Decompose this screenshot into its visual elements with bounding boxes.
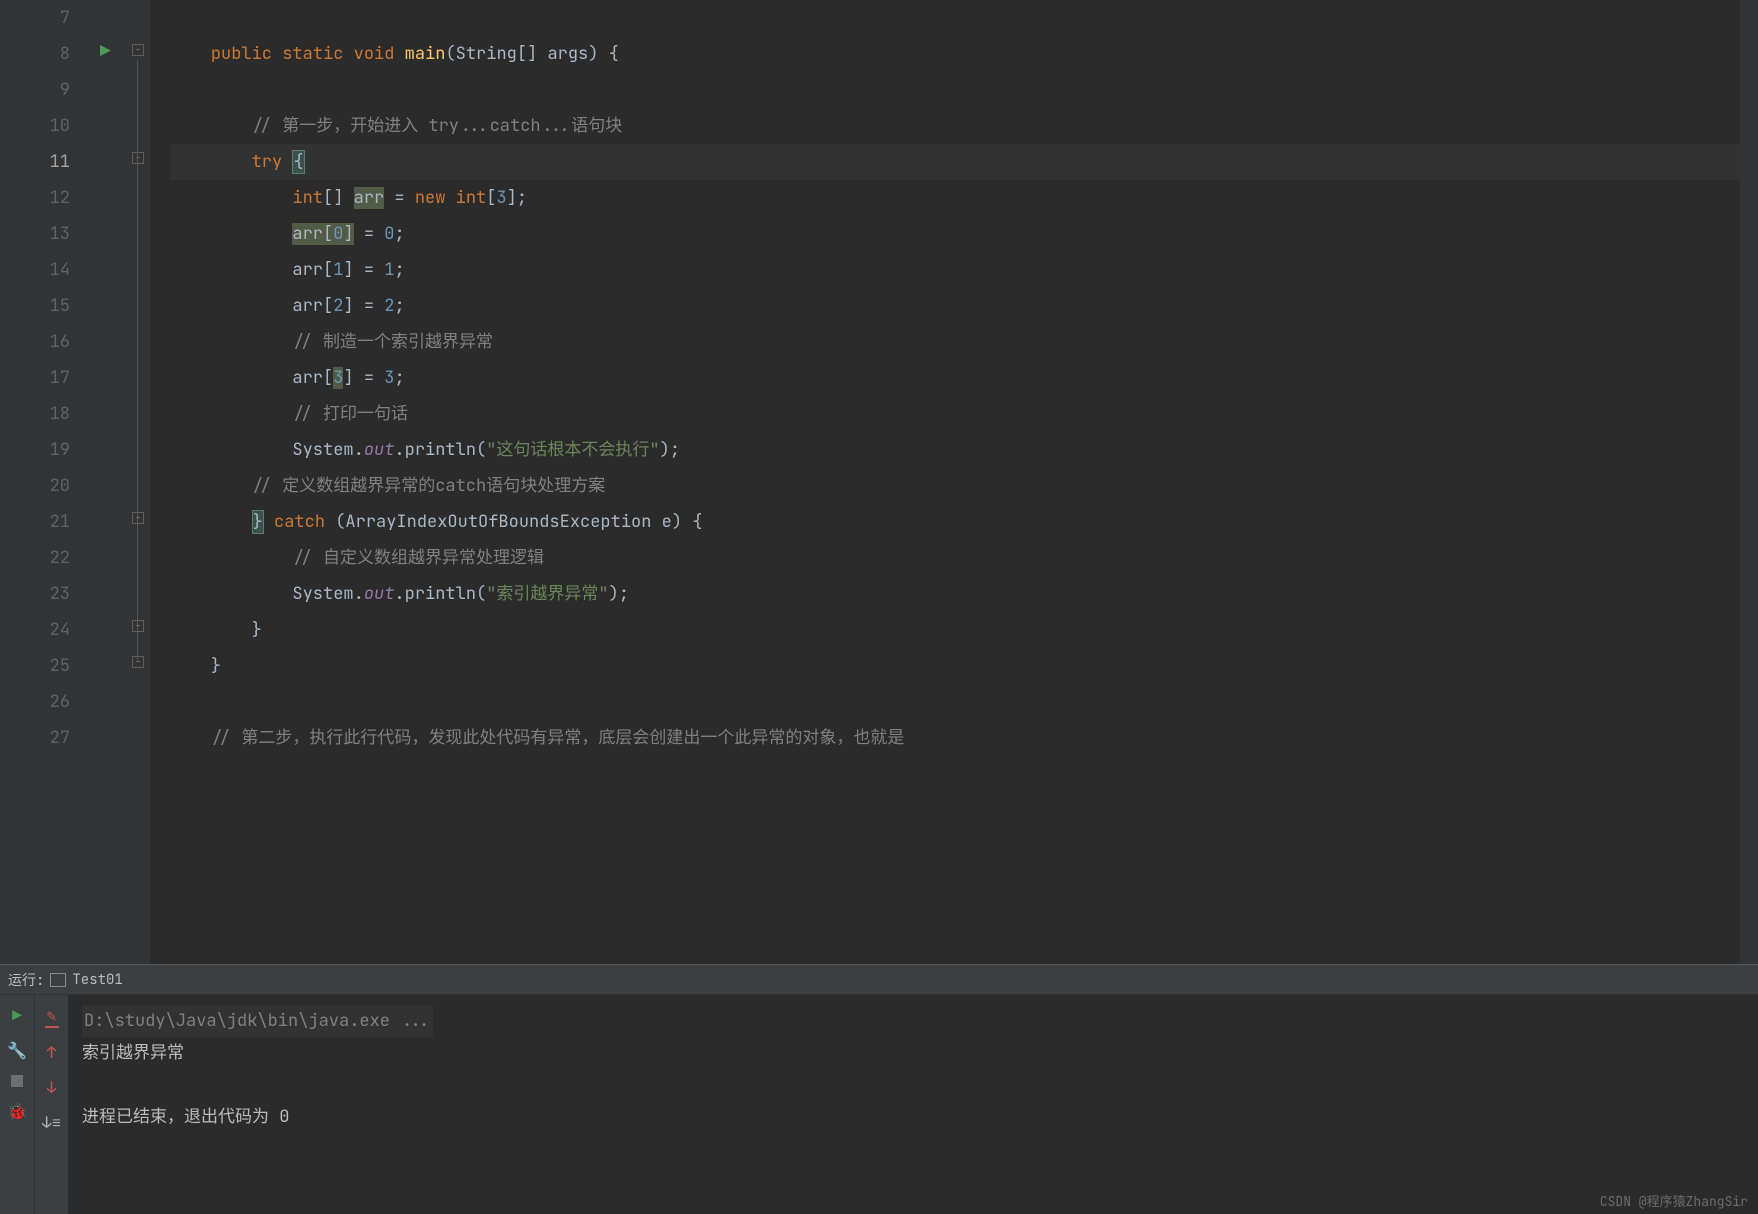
watermark: CSDN @程序猿ZhangSir: [1600, 1191, 1748, 1210]
fold-toggle-icon[interactable]: −: [132, 44, 144, 56]
line-number[interactable]: 14: [0, 252, 70, 288]
wrench-icon[interactable]: 🔧: [7, 1040, 27, 1061]
right-gutter[interactable]: [1740, 0, 1758, 964]
line-number[interactable]: 23: [0, 576, 70, 612]
line-number[interactable]: 21: [0, 504, 70, 540]
run-label: 运行:: [8, 970, 44, 990]
edit-icon[interactable]: ✎: [45, 1005, 59, 1028]
line-number[interactable]: 19: [0, 432, 70, 468]
line-number[interactable]: 18: [0, 396, 70, 432]
console-command: D:\study\Java\jdk\bin\java.exe ...: [82, 1005, 433, 1037]
debug-icon[interactable]: 🐞: [7, 1101, 27, 1122]
rerun-icon[interactable]: ▶: [12, 1005, 22, 1026]
line-number[interactable]: 13: [0, 216, 70, 252]
run-config-name[interactable]: Test01: [72, 971, 122, 989]
run-gutter-icon[interactable]: ▶: [100, 40, 111, 63]
up-arrow-icon[interactable]: ↑: [47, 1042, 57, 1063]
console-output[interactable]: D:\study\Java\jdk\bin\java.exe ... 索引越界异…: [68, 995, 1758, 1214]
line-number[interactable]: 27: [0, 720, 70, 756]
code-editor[interactable]: public static void main(String[] args) {…: [150, 0, 1740, 964]
run-panel-header: 运行: Test01: [0, 965, 1758, 995]
line-number-gutter: 7 8 9 10 11 12 13 14 15 16 17 18 19 20 2…: [0, 0, 90, 964]
line-number[interactable]: 25: [0, 648, 70, 684]
fold-toggle-icon[interactable]: −: [132, 152, 144, 164]
fold-toggle-icon[interactable]: −: [132, 620, 144, 632]
fold-toggle-icon[interactable]: −: [132, 512, 144, 524]
run-panel: 运行: Test01 ▶ 🔧 🐞 ✎ ↑ ↓ ↓≡ D:\study\Java\…: [0, 964, 1758, 1214]
fold-toggle-icon[interactable]: −: [132, 656, 144, 668]
line-number[interactable]: 17: [0, 360, 70, 396]
sort-icon[interactable]: ↓≡: [42, 1112, 61, 1133]
line-number[interactable]: 12: [0, 180, 70, 216]
run-config-icon: [50, 973, 66, 987]
line-number[interactable]: 16: [0, 324, 70, 360]
stop-icon[interactable]: [11, 1075, 23, 1087]
line-number[interactable]: 8: [0, 36, 70, 72]
line-number[interactable]: 10: [0, 108, 70, 144]
line-number[interactable]: 11: [0, 144, 70, 180]
line-number[interactable]: 9: [0, 72, 70, 108]
fold-column: − − − − −: [130, 0, 150, 964]
line-number[interactable]: 22: [0, 540, 70, 576]
console-line: 进程已结束，退出代码为 0: [82, 1101, 1744, 1133]
editor-area: 7 8 9 10 11 12 13 14 15 16 17 18 19 20 2…: [0, 0, 1758, 964]
console-line: 索引越界异常: [82, 1037, 1744, 1069]
line-number[interactable]: 20: [0, 468, 70, 504]
line-number[interactable]: 24: [0, 612, 70, 648]
gutter-icon-column: ▶: [90, 0, 130, 964]
line-number[interactable]: 15: [0, 288, 70, 324]
line-number[interactable]: 26: [0, 684, 70, 720]
line-number[interactable]: 7: [0, 0, 70, 36]
run-toolbar-right: ✎ ↑ ↓ ↓≡: [34, 995, 68, 1214]
run-toolbar-left: ▶ 🔧 🐞: [0, 995, 34, 1214]
fold-line: [137, 60, 138, 660]
down-arrow-icon[interactable]: ↓: [47, 1077, 57, 1098]
run-body: ▶ 🔧 🐞 ✎ ↑ ↓ ↓≡ D:\study\Java\jdk\bin\jav…: [0, 995, 1758, 1214]
